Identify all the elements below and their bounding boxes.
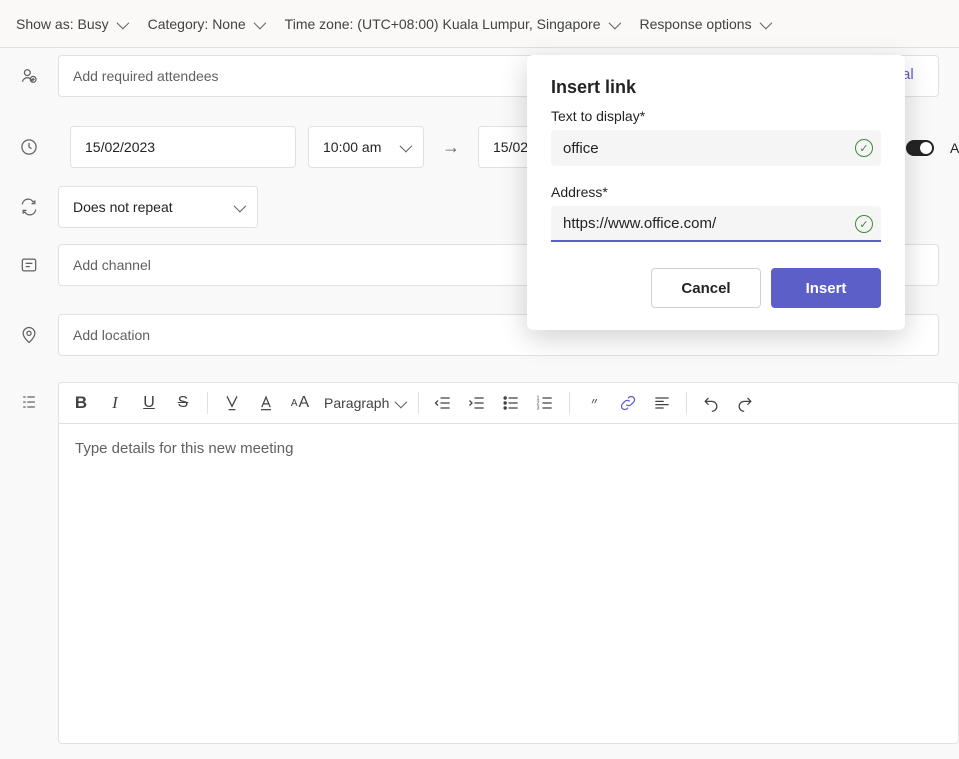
toolbar-separator <box>686 392 687 414</box>
category-label: Category: None <box>148 16 246 32</box>
editor-toolbar: B I U S AA Paragraph <box>58 382 959 424</box>
recurrence-value: Does not repeat <box>73 199 173 215</box>
bold-button[interactable]: B <box>65 387 97 419</box>
insert-link-button[interactable] <box>612 387 644 419</box>
indent-button[interactable] <box>461 387 493 419</box>
chevron-down-icon <box>609 16 618 32</box>
redo-button[interactable] <box>729 387 761 419</box>
insert-label: Insert <box>806 280 847 297</box>
timezone-dropdown[interactable]: Time zone: (UTC+08:00) Kuala Lumpur, Sin… <box>285 16 618 32</box>
address-input[interactable] <box>551 206 881 242</box>
start-time-dropdown[interactable]: 10:00 am <box>308 126 424 168</box>
arrow-right-icon: → <box>436 137 466 158</box>
meeting-details-editor[interactable]: Type details for this new meeting <box>58 424 959 744</box>
start-time-value: 10:00 am <box>323 139 381 155</box>
response-options-label: Response options <box>640 16 752 32</box>
outdent-button[interactable] <box>427 387 459 419</box>
chevron-down-icon <box>760 16 769 32</box>
underline-button[interactable]: U <box>133 387 165 419</box>
paragraph-style-dropdown[interactable]: Paragraph <box>318 395 410 411</box>
text-to-display-input[interactable] <box>551 130 881 166</box>
editor-row: B I U S AA Paragraph <box>0 382 959 744</box>
repeat-icon <box>19 197 39 217</box>
cancel-button[interactable]: Cancel <box>651 268 761 308</box>
checkmark-icon: ✓ <box>855 139 873 157</box>
all-day-toggle[interactable] <box>906 140 934 156</box>
italic-button[interactable]: I <box>99 387 131 419</box>
category-dropdown[interactable]: Category: None <box>148 16 263 32</box>
undo-button[interactable] <box>695 387 727 419</box>
svg-text:3: 3 <box>537 406 540 412</box>
show-as-label: Show as: Busy <box>16 16 109 32</box>
response-options-dropdown[interactable]: Response options <box>640 16 769 32</box>
bulleted-list-button[interactable] <box>495 387 527 419</box>
location-placeholder: Add location <box>73 327 150 343</box>
font-color-button[interactable] <box>250 387 282 419</box>
toolbar-separator <box>569 392 570 414</box>
quote-button[interactable]: ״ <box>578 387 610 419</box>
address-label: Address* <box>551 184 881 200</box>
paragraph-label: Paragraph <box>324 395 389 411</box>
insert-button[interactable]: Insert <box>771 268 881 308</box>
align-button[interactable] <box>646 387 678 419</box>
insert-link-popover: Insert link Text to display* ✓ Address* … <box>527 55 905 330</box>
recurrence-dropdown[interactable]: Does not repeat <box>58 186 258 228</box>
strikethrough-button[interactable]: S <box>167 387 199 419</box>
start-date-value: 15/02/2023 <box>85 139 155 155</box>
text-to-display-label: Text to display* <box>551 108 881 124</box>
all-day-label-fragment: A <box>950 140 959 156</box>
meeting-options-row: Show as: Busy Category: None Time zone: … <box>0 0 959 48</box>
highlight-button[interactable] <box>216 387 248 419</box>
toolbar-separator <box>418 392 419 414</box>
font-size-button[interactable]: AA <box>284 387 316 419</box>
chevron-down-icon <box>395 395 404 411</box>
popover-title: Insert link <box>551 77 881 98</box>
description-icon <box>19 392 39 412</box>
cancel-label: Cancel <box>681 280 730 297</box>
toolbar-separator <box>207 392 208 414</box>
chevron-down-icon <box>400 139 409 155</box>
checkmark-icon: ✓ <box>855 215 873 233</box>
channel-icon <box>19 255 39 275</box>
start-date-input[interactable]: 15/02/2023 <box>70 126 296 168</box>
numbered-list-button[interactable]: 123 <box>529 387 561 419</box>
location-icon <box>19 325 39 345</box>
chevron-down-icon <box>117 16 126 32</box>
channel-placeholder: Add channel <box>73 257 151 273</box>
clock-icon <box>19 137 39 157</box>
editor-placeholder: Type details for this new meeting <box>75 440 293 457</box>
person-add-icon <box>19 66 39 86</box>
timezone-label: Time zone: (UTC+08:00) Kuala Lumpur, Sin… <box>285 16 601 32</box>
attendees-placeholder: Add required attendees <box>73 68 219 84</box>
chevron-down-icon <box>234 199 243 215</box>
show-as-dropdown[interactable]: Show as: Busy <box>16 16 126 32</box>
chevron-down-icon <box>254 16 263 32</box>
